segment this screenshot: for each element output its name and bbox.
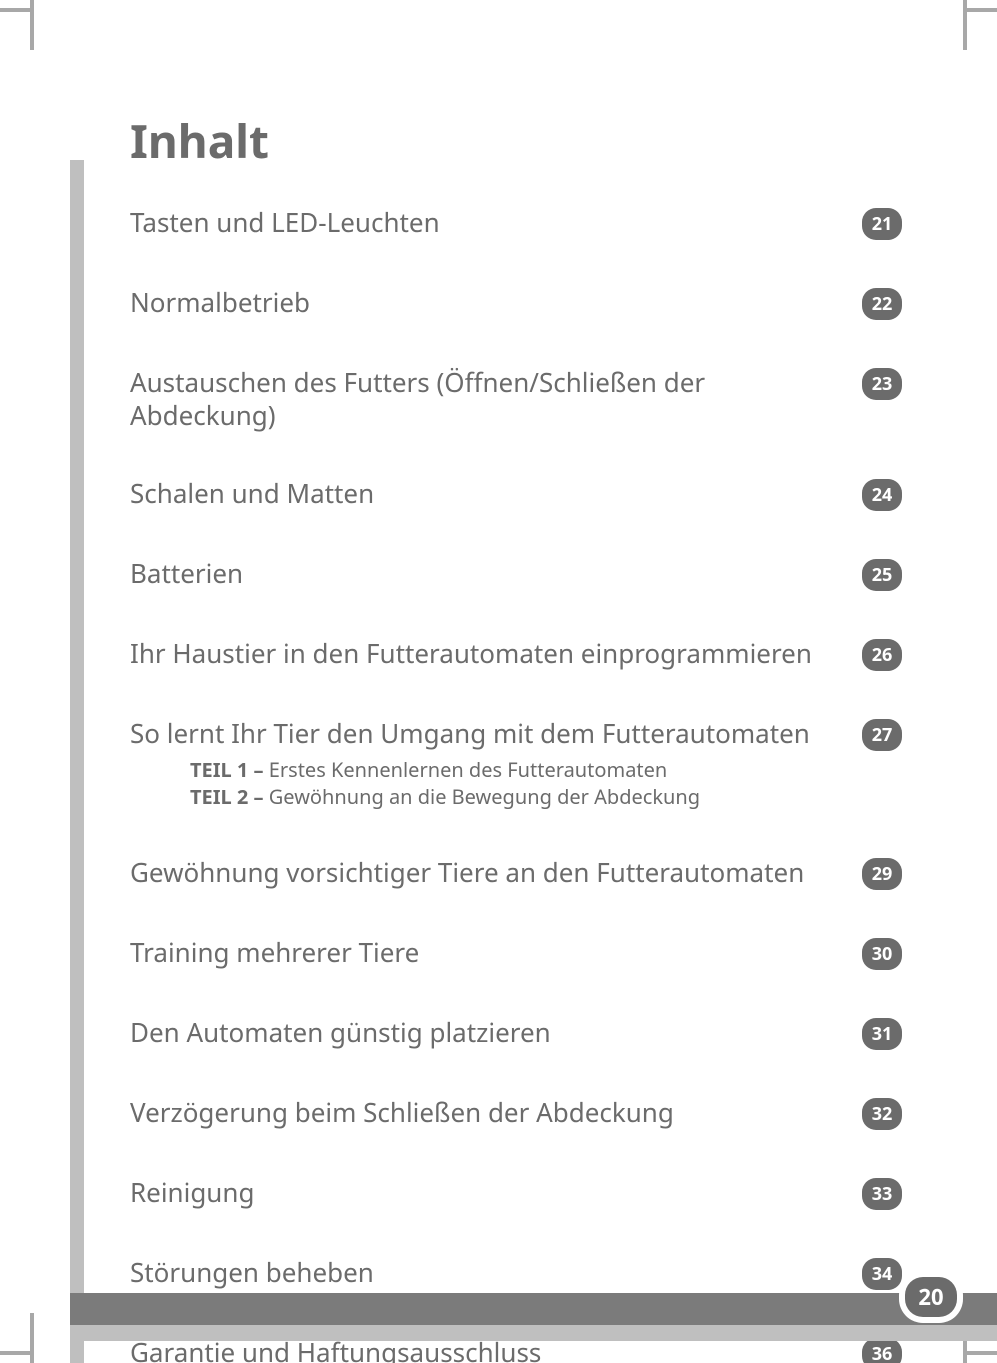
toc-entry-title: Gewöhnung vorsichtiger Tiere an den Futt… [130, 856, 842, 889]
toc-sub-text: Erstes Kennenlernen des Futterautomaten [269, 756, 668, 783]
page-title: Inhalt [130, 110, 902, 172]
toc-page-number: 23 [862, 368, 902, 400]
toc-entry: Normalbetrieb [130, 286, 842, 319]
toc-entry-title: Schalen und Matten [130, 477, 842, 510]
toc-entry: Training mehrerer Tiere [130, 936, 842, 969]
toc-row: Reinigung 33 [130, 1176, 902, 1210]
toc-entry-title: Den Automaten günstig platzieren [130, 1016, 842, 1049]
table-of-contents: Tasten und LED-Leuchten 21 Normalbetrieb… [130, 206, 902, 1363]
toc-entry: Batterien [130, 557, 842, 590]
toc-sub-bold: TEIL 1 – [190, 756, 269, 783]
toc-entry-title: Batterien [130, 557, 842, 590]
toc-row: Verzögerung beim Schließen der Abdeckung… [130, 1096, 902, 1130]
toc-entry: Ihr Haustier in den Futterautomaten einp… [130, 637, 842, 670]
toc-entry-title: Reinigung [130, 1176, 842, 1209]
toc-page-number: 26 [862, 639, 902, 671]
toc-entry-title: Austauschen des Futters (Öffnen/Schließe… [130, 366, 842, 431]
left-margin-bar [70, 160, 84, 1363]
toc-row: Batterien 25 [130, 557, 902, 591]
toc-row: Den Automaten günstig platzieren 31 [130, 1016, 902, 1050]
toc-page-number: 30 [862, 938, 902, 970]
toc-entry: Störungen beheben [130, 1256, 842, 1289]
toc-entry: Reinigung [130, 1176, 842, 1209]
toc-entry-title: Normalbetrieb [130, 286, 842, 319]
toc-page-number: 34 [862, 1258, 902, 1290]
toc-entry: Tasten und LED-Leuchten [130, 206, 842, 239]
crop-mark [963, 0, 967, 50]
crop-mark [967, 1351, 997, 1355]
crop-mark [30, 0, 34, 50]
toc-row: Störungen beheben 34 [130, 1256, 902, 1290]
footer-bar-light [70, 1325, 997, 1341]
toc-page-number: 36 [862, 1338, 902, 1363]
toc-row: Schalen und Matten 24 [130, 477, 902, 511]
toc-page-number: 22 [862, 288, 902, 320]
toc-row: Ihr Haustier in den Futterautomaten einp… [130, 637, 902, 671]
crop-mark [0, 8, 30, 12]
toc-row: Gewöhnung vorsichtiger Tiere an den Futt… [130, 856, 902, 890]
footer-bar-dark [70, 1293, 997, 1325]
toc-row: Training mehrerer Tiere 30 [130, 936, 902, 970]
toc-entry-title: Störungen beheben [130, 1256, 842, 1289]
toc-page-number: 32 [862, 1098, 902, 1130]
crop-mark [0, 1351, 30, 1355]
page-number-badge: 20 [905, 1277, 957, 1317]
toc-page-number: 24 [862, 479, 902, 511]
toc-sub-bold: TEIL 2 – [190, 783, 269, 810]
toc-entry-title: Training mehrerer Tiere [130, 936, 842, 969]
toc-page-number: 33 [862, 1178, 902, 1210]
toc-entry: Austauschen des Futters (Öffnen/Schließe… [130, 366, 842, 431]
toc-entry-sub: TEIL 1 – Erstes Kennenlernen des Futtera… [130, 756, 842, 810]
toc-row: Normalbetrieb 22 [130, 286, 902, 320]
toc-entry: Schalen und Matten [130, 477, 842, 510]
toc-entry: Gewöhnung vorsichtiger Tiere an den Futt… [130, 856, 842, 889]
toc-page-number: 27 [862, 719, 902, 751]
toc-entry-title: Ihr Haustier in den Futterautomaten einp… [130, 637, 842, 670]
toc-row: Austauschen des Futters (Öffnen/Schließe… [130, 366, 902, 431]
page-content: Inhalt Tasten und LED-Leuchten 21 Normal… [130, 110, 902, 1283]
toc-row: So lernt Ihr Tier den Umgang mit dem Fut… [130, 717, 902, 810]
toc-entry-title: Verzögerung beim Schließen der Abdeckung [130, 1096, 842, 1129]
toc-sub-text: Gewöhnung an die Bewegung der Abdeckung [269, 783, 700, 810]
toc-entry-title: So lernt Ihr Tier den Umgang mit dem Fut… [130, 717, 842, 750]
crop-mark [30, 1313, 34, 1363]
toc-row: Tasten und LED-Leuchten 21 [130, 206, 902, 240]
toc-entry: Den Automaten günstig platzieren [130, 1016, 842, 1049]
toc-page-number: 21 [862, 208, 902, 240]
toc-entry: Verzögerung beim Schließen der Abdeckung [130, 1096, 842, 1129]
toc-entry: So lernt Ihr Tier den Umgang mit dem Fut… [130, 717, 842, 810]
crop-mark [967, 8, 997, 12]
toc-page-number: 25 [862, 559, 902, 591]
toc-page-number: 29 [862, 858, 902, 890]
toc-page-number: 31 [862, 1018, 902, 1050]
toc-entry-title: Tasten und LED-Leuchten [130, 206, 842, 239]
